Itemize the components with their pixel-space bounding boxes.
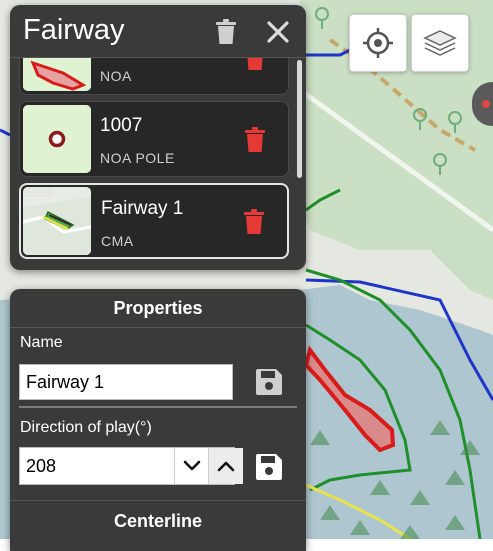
panel-header: Fairway <box>10 5 306 58</box>
trash-icon <box>244 209 264 234</box>
divider <box>10 327 306 328</box>
delete-fairway-button[interactable] <box>211 17 241 47</box>
close-panel-button[interactable] <box>263 17 293 47</box>
direction-increment-button[interactable] <box>208 448 243 484</box>
properties-panel: Properties Name Direction of play(°) <box>10 289 306 551</box>
name-label: Name <box>20 334 63 351</box>
list-item-type: NOA <box>100 68 132 84</box>
properties-title: Properties <box>113 298 203 318</box>
locate-button[interactable] <box>349 14 407 72</box>
trash-icon <box>245 127 265 152</box>
delete-item-button[interactable] <box>244 127 270 155</box>
list-item-type: NOA POLE <box>100 150 175 166</box>
save-name-button[interactable] <box>252 365 286 399</box>
layers-icon <box>423 30 457 56</box>
list-item[interactable]: NOA <box>19 58 289 95</box>
crosshair-icon <box>363 28 393 58</box>
list-item[interactable]: 1007 NOA POLE <box>19 101 289 177</box>
direction-input[interactable] <box>26 448 166 484</box>
list-item-name: Fairway 1 <box>101 198 184 219</box>
feature-list[interactable]: NOA 1007 NOA POLE Fairway 1 CMA <box>10 58 306 270</box>
status-dot <box>482 100 490 108</box>
direction-decrement-button[interactable] <box>174 448 209 484</box>
list-item-thumbnail <box>23 187 91 255</box>
floppy-disk-icon <box>256 454 282 480</box>
trash-icon <box>216 19 236 44</box>
list-item-type: CMA <box>101 233 134 249</box>
field-separator <box>19 406 297 408</box>
chevron-down-icon <box>183 460 201 471</box>
delete-item-button[interactable] <box>243 209 269 237</box>
delete-item-button[interactable] <box>244 58 270 73</box>
chevron-up-icon <box>217 461 235 472</box>
direction-label: Direction of play(°) <box>20 419 152 436</box>
fairway-panel: Fairway NOA 1007 NOA POLE Fairway 1 CMA <box>10 5 306 270</box>
name-input[interactable] <box>19 364 233 400</box>
floppy-disk-icon <box>256 369 282 395</box>
divider <box>10 500 306 501</box>
close-icon <box>267 21 289 43</box>
list-item-selected[interactable]: Fairway 1 CMA <box>19 183 289 259</box>
list-item-thumbnail <box>23 105 91 173</box>
panel-title: Fairway <box>23 14 125 46</box>
list-item-name: 1007 <box>100 115 143 136</box>
direction-input-group <box>19 447 243 485</box>
centerline-title: Centerline <box>113 511 203 531</box>
save-direction-button[interactable] <box>252 450 286 484</box>
list-item-thumbnail <box>23 58 91 91</box>
layers-button[interactable] <box>411 14 469 72</box>
list-scrollbar[interactable] <box>297 60 302 178</box>
trash-icon <box>247 58 263 70</box>
